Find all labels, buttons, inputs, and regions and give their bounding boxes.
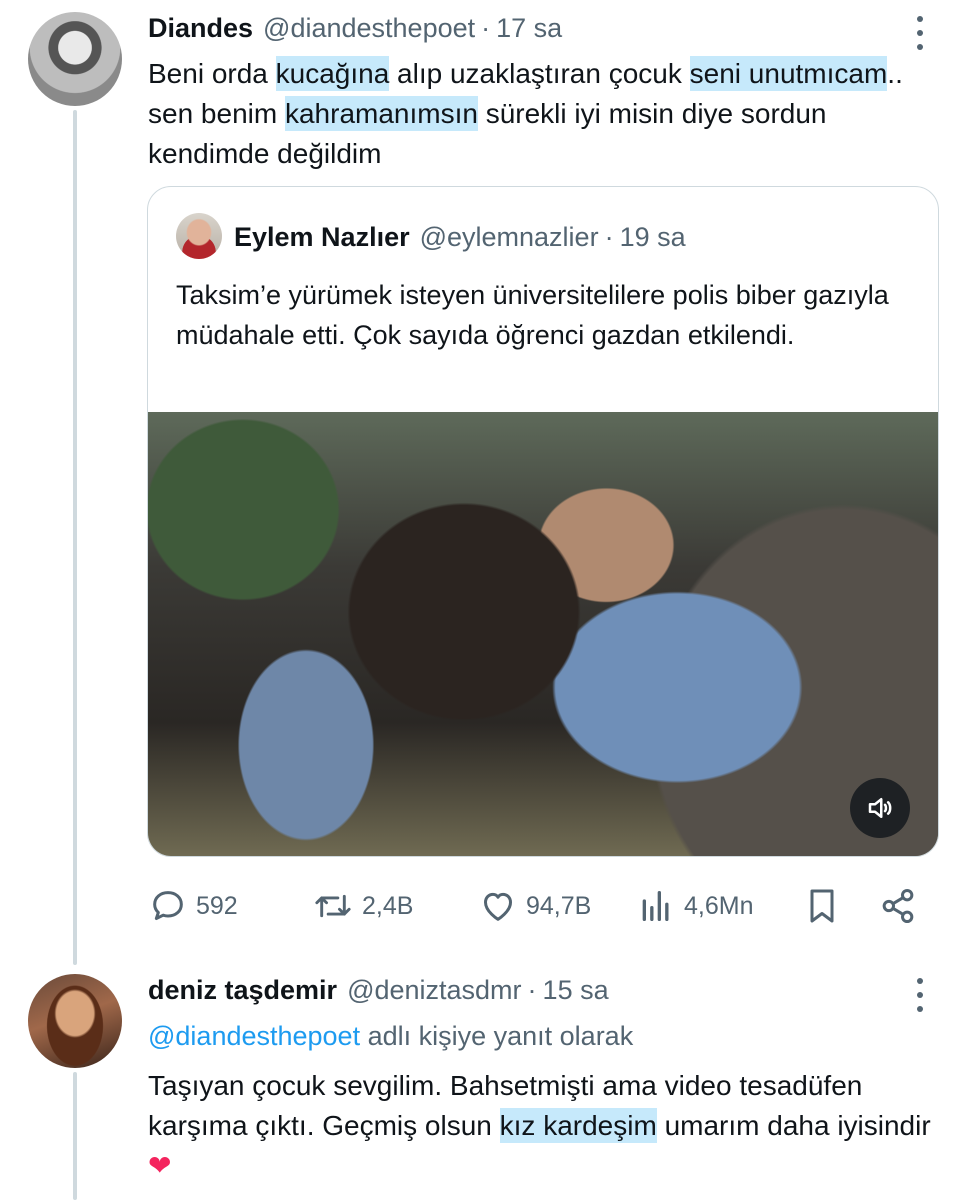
timestamp[interactable]: 15 sa	[543, 974, 609, 1006]
tweet-actions: 592 2,4B 94,7B 4,6Mn	[148, 882, 928, 930]
tweet-header: deniz taşdemir @deniztasdmr · 15 sa	[148, 974, 609, 1006]
avatar[interactable]	[28, 12, 122, 106]
separator-dot: ·	[604, 222, 614, 252]
quoted-display-name: Eylem Nazlıer	[234, 222, 410, 252]
quoted-avatar	[176, 213, 222, 259]
analytics-icon	[642, 891, 669, 921]
reply-count: 592	[196, 891, 238, 920]
thread-connector-line	[73, 1072, 77, 1200]
share-icon	[882, 889, 914, 923]
username[interactable]: @diandesthepoet	[263, 12, 475, 44]
speaker-icon[interactable]	[850, 778, 910, 838]
highlighted-text: seni unutmıcam	[689, 56, 888, 91]
views-button[interactable]: 4,6Mn	[636, 882, 753, 930]
separator-dot: ·	[481, 13, 491, 43]
share-button[interactable]	[878, 882, 918, 930]
like-count: 94,7B	[526, 891, 592, 920]
heart-emoji: ❤	[148, 1149, 172, 1182]
text-segment: umarım daha iyisindir	[656, 1110, 931, 1141]
more-options-icon[interactable]	[915, 16, 925, 50]
view-count: 4,6Mn	[684, 891, 754, 920]
more-options-icon[interactable]	[915, 978, 925, 1012]
retweet-icon	[315, 894, 351, 918]
highlighted-text: kız kardeşim	[499, 1108, 657, 1143]
tweet-header: Diandes @diandesthepoet · 17 sa	[148, 12, 562, 44]
display-name[interactable]: Diandes	[148, 12, 253, 44]
like-button[interactable]: 94,7B	[478, 882, 591, 930]
highlighted-text: kucağına	[275, 56, 390, 91]
avatar[interactable]	[28, 974, 122, 1068]
tweet-text: Beni orda kucağına alıp uzaklaştıran çoc…	[148, 54, 938, 174]
quoted-video[interactable]	[148, 412, 938, 856]
quoted-username: @eylemnazlier	[419, 222, 599, 252]
quoted-tweet[interactable]: Eylem Nazlıer @eylemnazlier · 19 sa Taks…	[147, 186, 939, 857]
reply-button[interactable]: 592	[148, 882, 238, 930]
mention-link[interactable]: @diandesthepoet	[148, 1021, 360, 1051]
username[interactable]: @deniztasdmr	[347, 974, 521, 1006]
text-segment: Beni orda	[148, 58, 276, 89]
tweet-text: Taşıyan çocuk sevgilim. Bahsetmişti ama …	[148, 1066, 938, 1186]
separator-dot: ·	[527, 975, 537, 1005]
highlighted-text: kahramanımsın	[284, 96, 478, 131]
reply-context-text: adlı kişiye yanıt olarak	[360, 1021, 634, 1051]
thread-connector-line	[73, 110, 77, 965]
quoted-tweet-text: Taksim’e yürümek isteyen üniversiteliler…	[176, 280, 889, 350]
bookmark-icon	[810, 889, 834, 923]
reply-icon	[153, 891, 183, 920]
text-segment: alıp uzaklaştıran çocuk	[389, 58, 690, 89]
heart-icon	[484, 892, 512, 921]
retweet-count: 2,4B	[362, 891, 414, 920]
quoted-timestamp: 19 sa	[619, 222, 686, 252]
reply-context: @diandesthepoet adlı kişiye yanıt olarak	[148, 1018, 633, 1054]
bookmark-button[interactable]	[802, 882, 842, 930]
timestamp[interactable]: 17 sa	[496, 12, 562, 44]
display-name[interactable]: deniz taşdemir	[148, 974, 337, 1006]
retweet-button[interactable]: 2,4B	[312, 882, 413, 930]
quoted-tweet-header: Eylem Nazlıer @eylemnazlier · 19 sa	[234, 221, 686, 253]
